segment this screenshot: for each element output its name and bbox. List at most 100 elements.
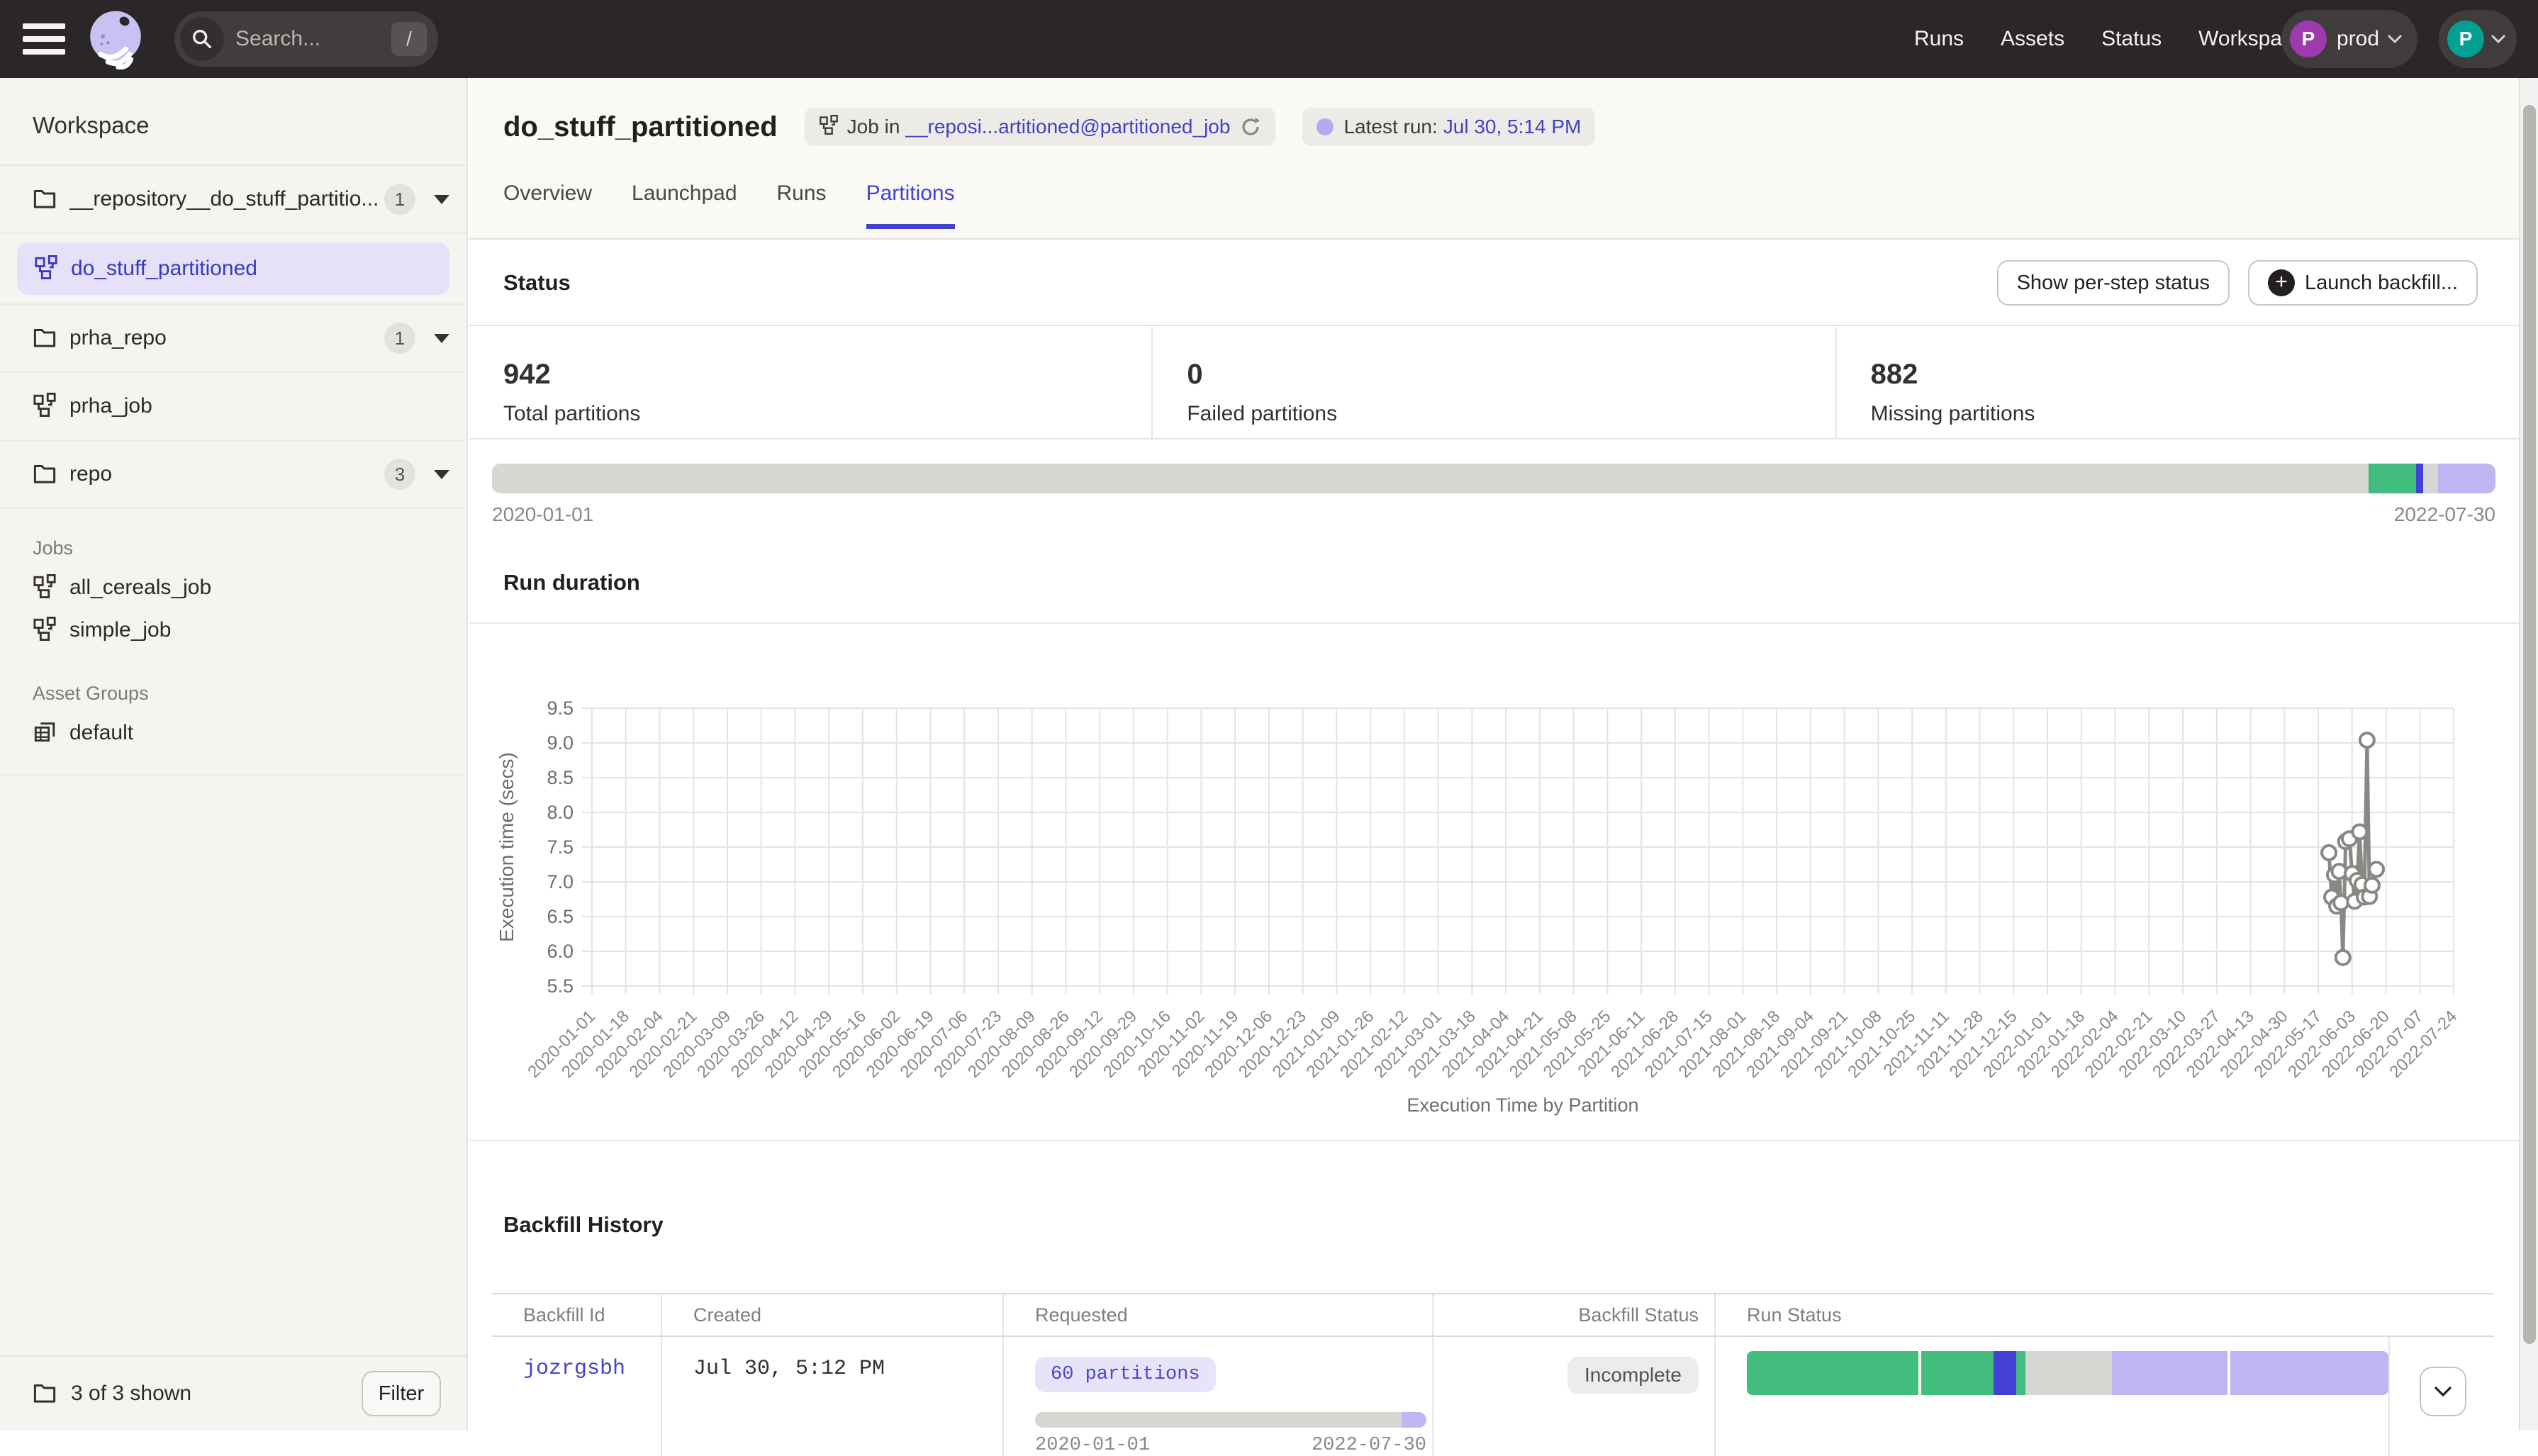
- svg-text:9.5: 9.5: [547, 698, 574, 719]
- deployment-avatar: P: [2290, 21, 2327, 57]
- sidebar-item-do_stuff_partitioned: do_stuff_partitioned: [0, 234, 466, 305]
- status-heading: Status: [503, 270, 571, 296]
- svg-text:Execution time (secs): Execution time (secs): [496, 752, 518, 942]
- svg-text:5.5: 5.5: [547, 975, 574, 997]
- sidebar-job-simple_job[interactable]: simple_job: [33, 609, 466, 651]
- plus-icon: +: [2268, 269, 2295, 296]
- top-nav: Search... / RunsAssetsStatusWorkspace P …: [0, 0, 2538, 78]
- sidebar-item-label: prha_job: [69, 394, 449, 418]
- deployment-switcher[interactable]: P prod: [2281, 10, 2417, 68]
- sidebar-asset-group-default[interactable]: default: [33, 712, 466, 754]
- run-duration-heading: Run duration: [503, 570, 640, 595]
- scrollbar-thumb[interactable]: [2523, 105, 2536, 1344]
- sidebar-item-label: do_stuff_partitioned: [71, 257, 257, 281]
- bar-segment-lavender: [2112, 1351, 2230, 1395]
- job-location-link[interactable]: __reposi...artitioned@partitioned_job: [905, 116, 1230, 138]
- backfill-table-row: jozrgsbh Jul 30, 5:12 PM 60 partitions 2…: [492, 1337, 2494, 1456]
- status-section-header: Status Show per-step status + Launch bac…: [469, 241, 2519, 326]
- data-point: [2369, 862, 2383, 876]
- repo-count-badge: 1: [384, 323, 415, 354]
- selected-job-do_stuff_partitioned[interactable]: do_stuff_partitioned: [17, 242, 449, 295]
- folder-icon: [33, 326, 57, 351]
- user-avatar: P: [2447, 21, 2484, 57]
- chevron-down-icon: [2386, 33, 2403, 45]
- tab-overview[interactable]: Overview: [503, 181, 592, 229]
- bar-segment-lavender: [1402, 1412, 1426, 1428]
- search-shortcut-key: /: [391, 22, 427, 56]
- job-icon: [33, 617, 57, 644]
- stat-missing-partitions: 882 Missing partitions: [1835, 327, 2519, 438]
- launch-backfill-button[interactable]: + Launch backfill...: [2248, 260, 2478, 306]
- caret-down-icon[interactable]: [434, 334, 449, 343]
- search-placeholder: Search...: [235, 27, 391, 51]
- backfill-table: Backfill IdCreatedRequestedBackfill Stat…: [492, 1293, 2494, 1456]
- bar-segment-stripe_blue: [2416, 464, 2423, 493]
- partition-range-end: 2022-07-30: [2394, 503, 2495, 526]
- hamburger-menu-icon[interactable]: [23, 23, 65, 55]
- jobs-section-label: Jobs: [33, 537, 466, 559]
- partition-status-bar-wrap: 2020-01-01 2022-07-30: [492, 464, 2495, 526]
- dagster-app: Search... / RunsAssetsStatusWorkspace P …: [0, 0, 2538, 1430]
- latest-run-prefix: Latest run:: [1343, 116, 1437, 138]
- repo-contents: Jobs all_cereals_jobsimple_job Asset Gro…: [0, 509, 466, 761]
- requested-range-end: 2022-07-30: [1312, 1435, 1426, 1456]
- nav-link-assets[interactable]: Assets: [2001, 27, 2064, 51]
- stat-value: 942: [503, 359, 1151, 391]
- nav-link-status[interactable]: Status: [2101, 27, 2162, 51]
- run-status-bar[interactable]: [1747, 1351, 2388, 1395]
- bar-segment-green: [1921, 1351, 1993, 1395]
- svg-text:7.0: 7.0: [547, 871, 574, 892]
- sidebar-item-prha-job[interactable]: prha_job: [0, 373, 466, 441]
- filter-button[interactable]: Filter: [362, 1371, 441, 1416]
- bar-segment-bar_gray: [1035, 1412, 1402, 1428]
- sidebar-job-all_cereals_job[interactable]: all_cereals_job: [33, 566, 466, 609]
- chevron-down-icon: [2490, 33, 2507, 45]
- stat-value: 882: [1871, 359, 2519, 391]
- partition-status-bar[interactable]: [492, 464, 2495, 493]
- search-input[interactable]: Search... /: [174, 11, 438, 67]
- svg-text:6.0: 6.0: [547, 941, 574, 962]
- partition-stats: 942Total partitions0Failed partitions882…: [469, 327, 2519, 439]
- sidebar-item--repository-do-stuff-partitio-[interactable]: __repository__do_stuff_partitio...1: [0, 166, 466, 234]
- stat-total-partitions: 942Total partitions: [469, 327, 1151, 438]
- user-menu[interactable]: P: [2439, 10, 2517, 68]
- caret-down-icon[interactable]: [434, 195, 449, 204]
- caret-down-icon[interactable]: [434, 470, 449, 479]
- svg-text:9.0: 9.0: [547, 732, 574, 754]
- data-point: [2334, 895, 2348, 909]
- backfill-requested-cell: 60 partitions 2020-01-01 2022-07-30: [1004, 1337, 1432, 1456]
- bar-segment-green: [1747, 1351, 1921, 1395]
- tab-runs[interactable]: Runs: [777, 181, 827, 229]
- search-icon: [180, 17, 224, 61]
- tab-partitions[interactable]: Partitions: [866, 181, 955, 229]
- backfill-id-link[interactable]: jozrgsbh: [492, 1337, 661, 1456]
- main-content: do_stuff_partitioned Job in __reposi...a…: [469, 78, 2519, 1430]
- latest-run-badge: Latest run: Jul 30, 5:14 PM: [1302, 108, 1595, 146]
- run-duration-chart: 9.59.08.58.07.57.06.56.05.52020-01-01202…: [469, 624, 2519, 1140]
- folder-icon: [33, 462, 57, 487]
- show-per-step-status-button[interactable]: Show per-step status: [1997, 260, 2230, 306]
- backfill-history-heading: Backfill History: [503, 1212, 664, 1238]
- stat-label: Missing partitions: [1871, 402, 2519, 426]
- tab-launchpad[interactable]: Launchpad: [632, 181, 737, 229]
- run-duration-chart-card: 9.59.08.58.07.57.06.56.05.52020-01-01202…: [469, 622, 2519, 1141]
- dagster-logo-icon[interactable]: [85, 9, 146, 69]
- requested-range-start: 2020-01-01: [1035, 1435, 1150, 1456]
- sidebar-footer: 3 of 3 shown Filter: [0, 1355, 466, 1430]
- bar-segment-lavender: [2438, 464, 2495, 493]
- partition-range-start: 2020-01-01: [492, 503, 593, 526]
- repos-shown-count: 3 of 3 shown: [71, 1382, 362, 1406]
- expand-row-button[interactable]: [2420, 1367, 2466, 1416]
- sidebar-item-prha-repo[interactable]: prha_repo1: [0, 305, 466, 373]
- reload-icon[interactable]: [1240, 116, 1261, 138]
- folder-icon: [33, 1382, 57, 1406]
- latest-run-link[interactable]: Jul 30, 5:14 PM: [1443, 116, 1582, 138]
- svg-text:Execution Time by Partition: Execution Time by Partition: [1407, 1094, 1638, 1116]
- folder-icon: [33, 187, 57, 212]
- deployment-label: prod: [2337, 27, 2379, 51]
- requested-partitions-badge: 60 partitions: [1035, 1357, 1216, 1392]
- nav-link-runs[interactable]: Runs: [1914, 27, 1964, 51]
- svg-text:8.0: 8.0: [547, 802, 574, 823]
- sidebar-item-repo[interactable]: repo3: [0, 441, 466, 509]
- job-header: do_stuff_partitioned Job in __reposi...a…: [469, 78, 2519, 240]
